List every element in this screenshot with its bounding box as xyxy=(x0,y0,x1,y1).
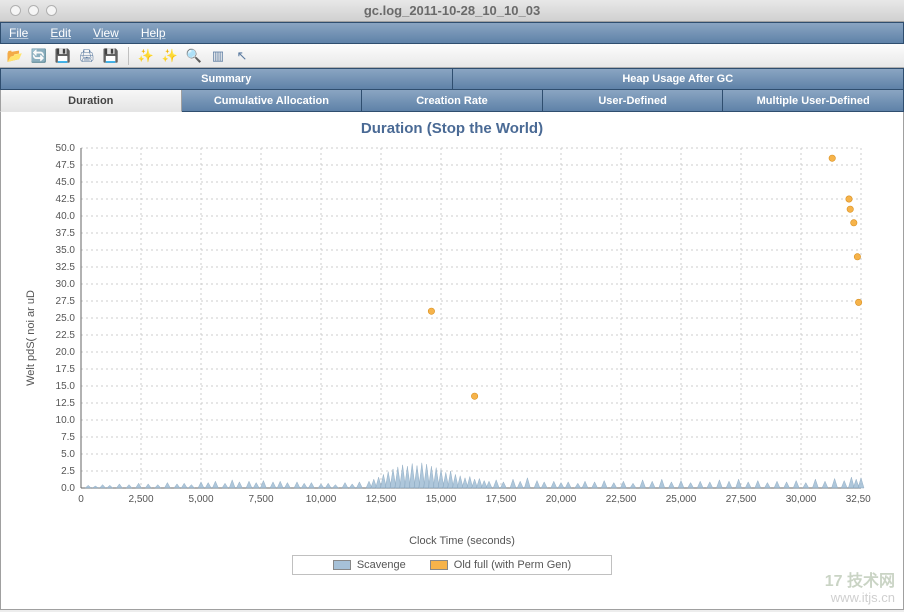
svg-text:25.0: 25.0 xyxy=(56,313,76,324)
tab-summary[interactable]: Summary xyxy=(0,68,453,90)
window-title: gc.log_2011-10-28_10_10_03 xyxy=(0,3,904,18)
svg-text:42.5: 42.5 xyxy=(56,194,76,205)
plot-wrap: Welt pdS( noi ar uD 0.02.55.07.510.012.5… xyxy=(31,143,893,533)
toolbar: 📂 🔄 💾 🖨 💾 ✨ ✨ 🔍 ▥ ↖ xyxy=(0,44,904,68)
tab-heap-usage[interactable]: Heap Usage After GC xyxy=(453,68,904,90)
svg-text:0.0: 0.0 xyxy=(61,483,75,494)
x-axis-label: Clock Time (seconds) xyxy=(31,535,893,547)
watermark: 17 技术网 www.itjs.cn xyxy=(825,573,895,605)
titlebar: gc.log_2011-10-28_10_10_03 xyxy=(0,0,904,22)
svg-text:5.0: 5.0 xyxy=(61,449,75,460)
legend-oldfull: Old full (with Perm Gen) xyxy=(430,559,571,571)
toolbar-separator xyxy=(128,47,129,65)
cursor-icon[interactable]: ↖ xyxy=(233,47,251,65)
svg-text:0: 0 xyxy=(78,494,84,505)
chart-title: Duration (Stop the World) xyxy=(11,120,893,137)
svg-text:35.0: 35.0 xyxy=(56,245,76,256)
svg-text:5,000: 5,000 xyxy=(188,494,213,505)
menu-help[interactable]: Help xyxy=(141,26,166,40)
svg-text:30,000: 30,000 xyxy=(786,494,817,505)
save-alt-icon[interactable]: 💾 xyxy=(102,47,120,65)
svg-text:2,500: 2,500 xyxy=(128,494,153,505)
svg-text:12.5: 12.5 xyxy=(56,398,76,409)
svg-text:7,500: 7,500 xyxy=(248,494,273,505)
chart-panel: Duration (Stop the World) Welt pdS( noi … xyxy=(0,112,904,610)
chart-plot: 0.0 2.5 5.0 7.5 10.0 12.5 15.0 17.5 20.0 22.5 25.0… xyxy=(31,143,871,513)
svg-text:22.5: 22.5 xyxy=(56,330,76,341)
svg-text:50.0: 50.0 xyxy=(56,143,76,154)
svg-text:15.0: 15.0 xyxy=(56,381,76,392)
subtab-creation[interactable]: Creation Rate xyxy=(362,90,543,112)
svg-text:22,500: 22,500 xyxy=(606,494,637,505)
svg-text:32.5: 32.5 xyxy=(56,262,76,273)
svg-text:27.5: 27.5 xyxy=(56,296,76,307)
svg-text:10,000: 10,000 xyxy=(306,494,337,505)
subtab-duration[interactable]: Duration xyxy=(0,90,182,112)
subtab-cumulative[interactable]: Cumulative Allocation xyxy=(182,90,363,112)
svg-text:25,000: 25,000 xyxy=(666,494,697,505)
svg-text:7.5: 7.5 xyxy=(61,432,75,443)
wand-alt-icon[interactable]: ✨ xyxy=(161,47,179,65)
folder-open-icon[interactable]: 📂 xyxy=(6,47,24,65)
menu-view[interactable]: View xyxy=(93,26,119,40)
legend: Scavenge Old full (with Perm Gen) xyxy=(292,555,612,575)
svg-text:27,500: 27,500 xyxy=(726,494,757,505)
menubar: File Edit View Help xyxy=(0,22,904,44)
svg-text:15,000: 15,000 xyxy=(426,494,457,505)
svg-text:37.5: 37.5 xyxy=(56,228,76,239)
svg-text:20.0: 20.0 xyxy=(56,347,76,358)
svg-text:30.0: 30.0 xyxy=(56,279,76,290)
save-icon[interactable]: 💾 xyxy=(54,47,72,65)
zoom-icon[interactable]: 🔍 xyxy=(185,47,203,65)
section-tabs: Summary Heap Usage After GC xyxy=(0,68,904,90)
y-axis-label: Welt pdS( noi ar uD xyxy=(25,290,37,386)
print-icon[interactable]: 🖨 xyxy=(78,47,96,65)
menu-edit[interactable]: Edit xyxy=(50,26,71,40)
svg-text:20,000: 20,000 xyxy=(546,494,577,505)
svg-text:2.5: 2.5 xyxy=(61,466,75,477)
svg-text:17.5: 17.5 xyxy=(56,364,76,375)
legend-scavenge: Scavenge xyxy=(333,559,406,571)
svg-text:47.5: 47.5 xyxy=(56,160,76,171)
svg-text:40.0: 40.0 xyxy=(56,211,76,222)
sub-tabs: Duration Cumulative Allocation Creation … xyxy=(0,90,904,112)
svg-text:32,500: 32,500 xyxy=(846,494,871,505)
svg-text:10.0: 10.0 xyxy=(56,415,76,426)
swatch-oldfull-icon xyxy=(430,560,448,570)
swatch-scavenge-icon xyxy=(333,560,351,570)
bars-icon[interactable]: ▥ xyxy=(209,47,227,65)
wand-icon[interactable]: ✨ xyxy=(137,47,155,65)
subtab-multi-user[interactable]: Multiple User-Defined xyxy=(723,90,904,112)
subtab-user[interactable]: User-Defined xyxy=(543,90,724,112)
svg-text:45.0: 45.0 xyxy=(56,177,76,188)
refresh-icon[interactable]: 🔄 xyxy=(30,47,48,65)
svg-text:17,500: 17,500 xyxy=(486,494,517,505)
menu-file[interactable]: File xyxy=(9,26,28,40)
svg-text:12,500: 12,500 xyxy=(366,494,397,505)
